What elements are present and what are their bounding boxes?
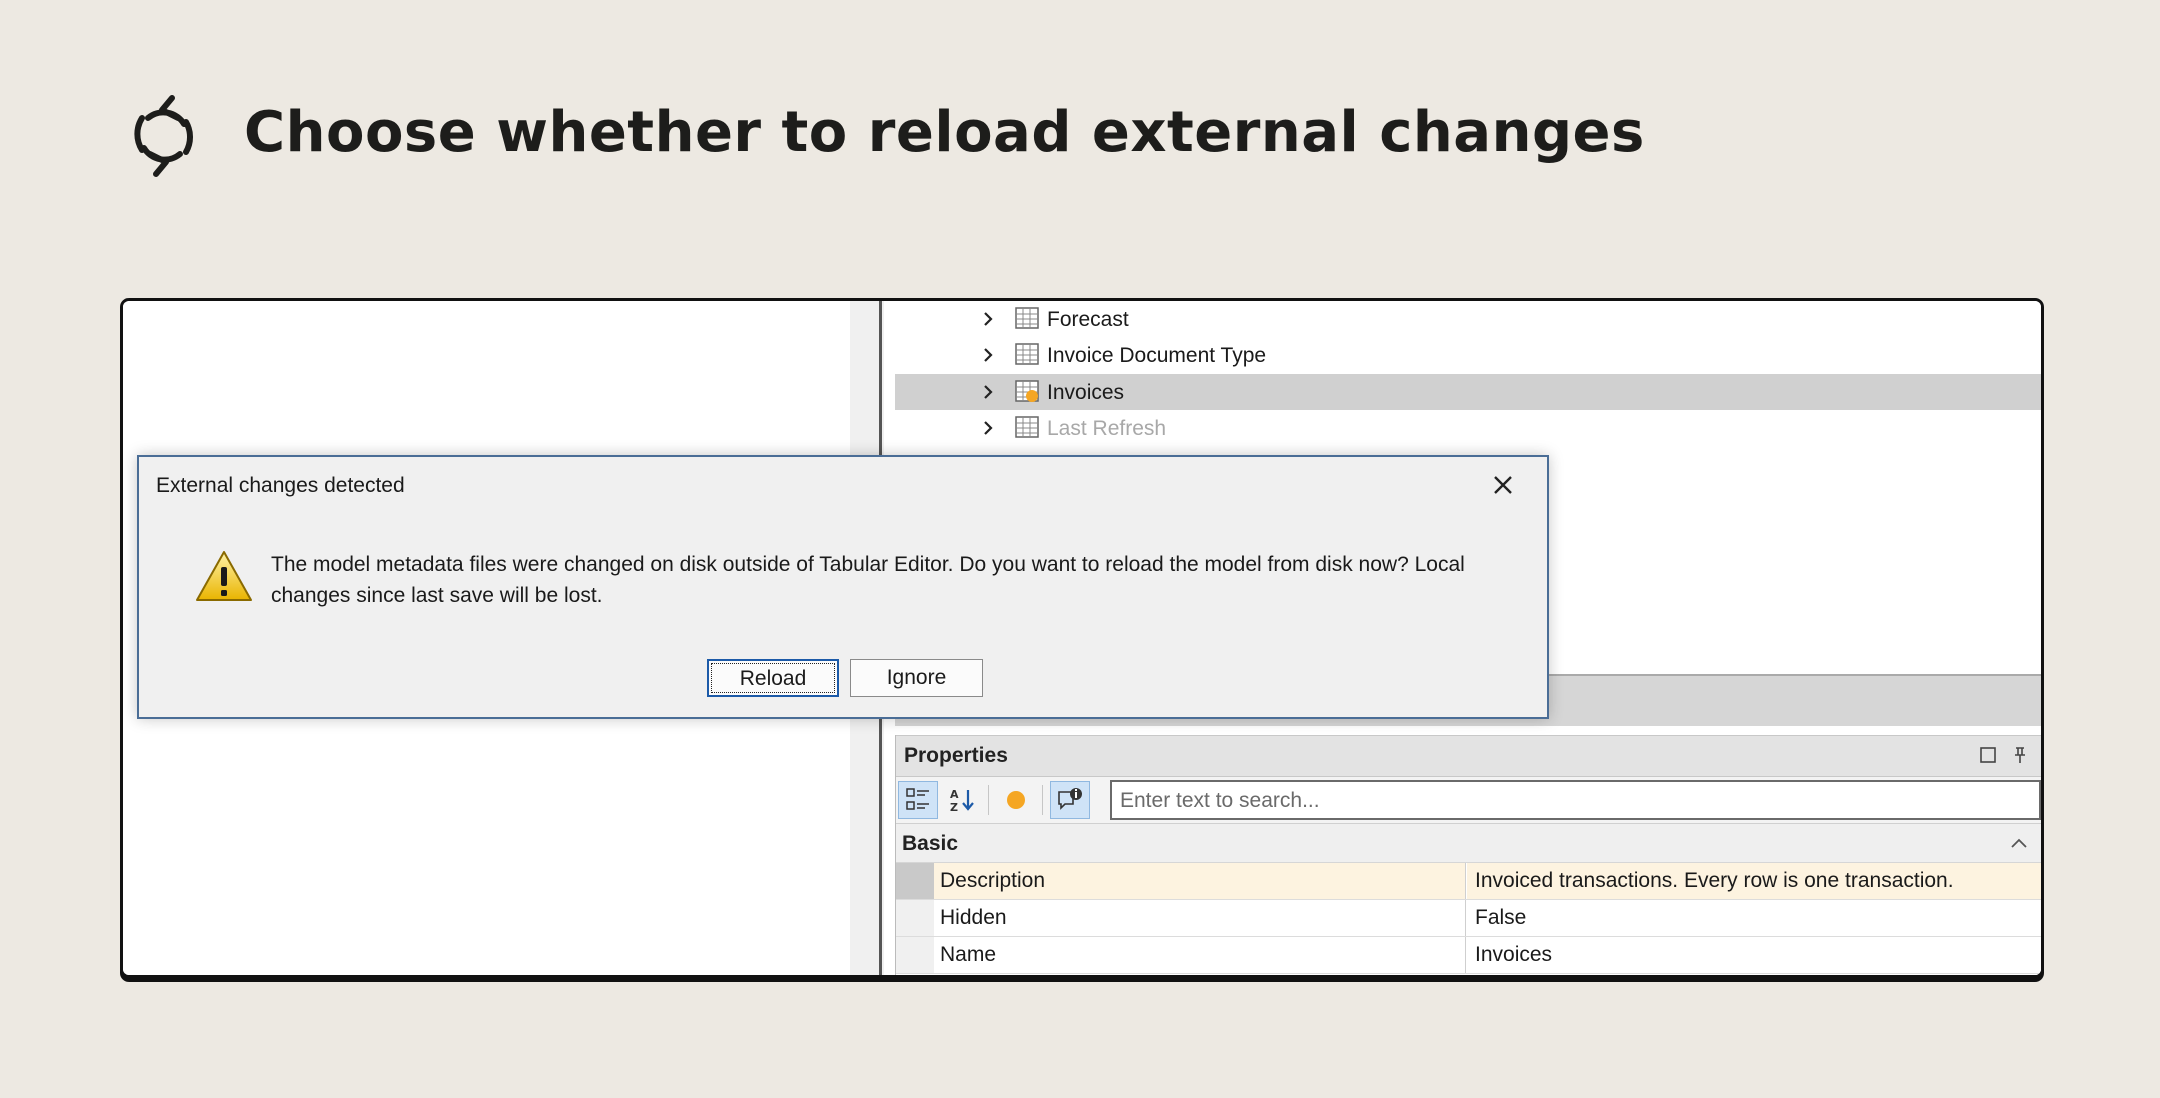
modified-filter-button[interactable]	[996, 781, 1036, 819]
ignore-button[interactable]: Ignore	[850, 659, 983, 697]
property-value[interactable]: Invoices	[1467, 937, 2041, 973]
categorized-icon	[906, 788, 929, 810]
properties-search-input[interactable]: Enter text to search...	[1110, 780, 2041, 820]
maximize-icon[interactable]	[1979, 746, 1997, 764]
category-label: Basic	[902, 832, 959, 855]
properties-title: Properties	[904, 744, 1008, 767]
info-comment-icon	[1058, 788, 1082, 810]
chevron-right-icon[interactable]	[979, 310, 997, 328]
properties-panel: Properties AZ Enter text to search... Ba…	[895, 735, 2041, 975]
property-key: Name	[934, 937, 1466, 973]
tree-item-label: Invoice Document Type	[1047, 344, 1267, 367]
chevron-right-icon[interactable]	[979, 346, 997, 364]
description-toggle-button[interactable]	[1050, 781, 1090, 819]
modified-dot-icon	[1007, 791, 1025, 809]
svg-text:A: A	[950, 788, 959, 801]
page-title: Choose whether to reload external change…	[244, 100, 1645, 165]
dialog-message: The model metadata files were changed on…	[271, 553, 1465, 607]
close-icon[interactable]	[1489, 471, 1517, 499]
tree-item-invoice-document-type[interactable]: Invoice Document Type	[895, 337, 2041, 373]
tree-item-forecast[interactable]: Forecast	[895, 301, 2041, 337]
reload-button[interactable]: Reload	[707, 659, 839, 697]
properties-header: Properties	[896, 735, 2041, 777]
refresh-icon	[134, 95, 193, 177]
categorized-view-button[interactable]	[898, 781, 938, 819]
property-category-basic[interactable]: Basic	[896, 824, 2041, 863]
dialog-title: External changes detected	[156, 474, 405, 497]
tree-item-invoices[interactable]: Invoices	[895, 374, 2041, 410]
external-changes-dialog: External changes detected The model meta…	[137, 455, 1549, 719]
alphabetical-sort-button[interactable]: AZ	[942, 781, 982, 819]
property-key: Description	[934, 863, 1466, 899]
property-row-hidden[interactable]: Hidden False	[896, 900, 2041, 937]
chevron-right-icon[interactable]	[979, 383, 997, 401]
chevron-up-icon[interactable]	[2009, 834, 2029, 852]
tree-item-label: Last Refresh	[1047, 417, 1167, 440]
sort-az-icon: AZ	[950, 788, 974, 814]
tree-item-label: Invoices	[1047, 381, 1125, 404]
table-icon	[1015, 343, 1039, 365]
table-icon	[1015, 416, 1039, 438]
chevron-right-icon[interactable]	[979, 419, 997, 437]
warning-icon	[196, 551, 252, 601]
table-modified-icon	[1015, 380, 1039, 402]
table-icon	[1015, 307, 1039, 329]
tree-item-label: Forecast	[1047, 308, 1129, 331]
property-value[interactable]: False	[1467, 900, 2041, 936]
svg-text:Z: Z	[950, 801, 958, 814]
tree-item-last-refresh[interactable]: Last Refresh	[895, 410, 2041, 446]
property-row-description[interactable]: Description Invoiced transactions. Every…	[896, 863, 2041, 900]
property-row-name[interactable]: Name Invoices	[896, 937, 2041, 974]
property-key: Hidden	[934, 900, 1466, 936]
pin-icon[interactable]	[2011, 746, 2029, 764]
property-value[interactable]: Invoiced transactions. Every row is one …	[1467, 863, 2041, 899]
properties-toolbar: AZ Enter text to search...	[896, 777, 2041, 824]
